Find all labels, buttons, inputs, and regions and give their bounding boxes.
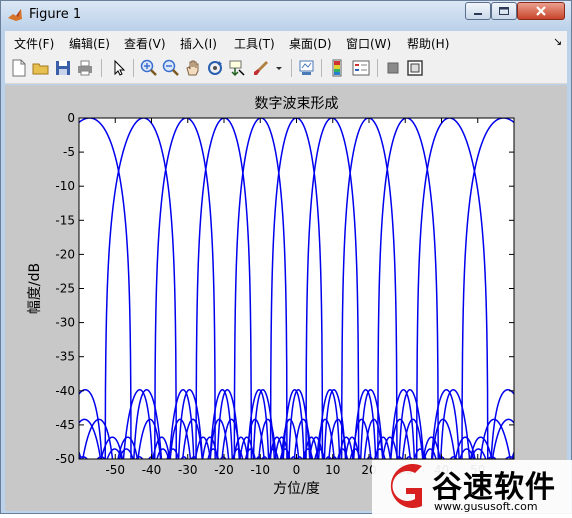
- toolbar-separator: [133, 59, 134, 77]
- x-tick-label: -10: [250, 463, 270, 477]
- legend-icon[interactable]: [351, 58, 371, 78]
- y-axis-label: 幅度/dB: [27, 263, 43, 314]
- zoom-out-icon[interactable]: [161, 58, 181, 78]
- print-icon[interactable]: [75, 58, 95, 78]
- minimize-button[interactable]: [465, 2, 491, 20]
- watermark: 谷速软件 www.gususoft.com: [372, 460, 572, 514]
- y-tick-label: -30: [55, 316, 75, 330]
- y-tick-label: -40: [55, 384, 75, 398]
- title-bar[interactable]: Figure 1: [1, 1, 571, 29]
- maximize-icon: [499, 7, 509, 15]
- watermark-url: www.gususoft.com: [434, 500, 538, 513]
- window-title: Figure 1: [29, 7, 82, 22]
- open-file-icon[interactable]: [31, 58, 51, 78]
- new-figure-icon[interactable]: [9, 58, 29, 78]
- dock-figure-icon[interactable]: ↘: [553, 35, 562, 48]
- menu-tools[interactable]: 工具(T): [234, 35, 275, 52]
- show-plot-tools-icon[interactable]: [405, 58, 425, 78]
- x-axis-label: 方位/度: [273, 481, 320, 497]
- menu-insert[interactable]: 插入(I): [180, 35, 217, 52]
- x-tick-label: -50: [105, 463, 125, 477]
- figure-toolbar: [5, 53, 567, 84]
- menu-view[interactable]: 查看(V): [124, 35, 166, 52]
- edit-plot-arrow-icon[interactable]: [109, 58, 129, 78]
- maximize-button[interactable]: [491, 2, 517, 20]
- y-tick-label: -45: [55, 418, 75, 432]
- y-tick-label: 0: [67, 111, 75, 125]
- toolbar-separator: [101, 59, 102, 77]
- x-tick-label: 10: [325, 463, 340, 477]
- zoom-in-icon[interactable]: [139, 58, 159, 78]
- beamforming-chart: -50-40-30-20-10010203040500-5-10-15-20-2…: [27, 96, 515, 497]
- y-tick-label: -5: [63, 145, 75, 159]
- toolbar-separator: [377, 59, 378, 77]
- menu-bar: 文件(F) 编辑(E) 查看(V) 插入(I) 工具(T) 桌面(D) 窗口(W…: [5, 31, 567, 53]
- rotate-3d-icon[interactable]: [205, 58, 225, 78]
- pan-hand-icon[interactable]: [183, 58, 203, 78]
- menu-window[interactable]: 窗口(W): [346, 35, 391, 52]
- y-tick-label: -35: [55, 350, 75, 364]
- menu-help[interactable]: 帮助(H): [407, 35, 449, 52]
- chart-title: 数字波束形成: [255, 96, 339, 112]
- gususoft-logo-icon: [390, 464, 422, 508]
- y-tick-label: -25: [55, 282, 75, 296]
- plot-area: [79, 118, 514, 459]
- y-tick-label: -50: [55, 452, 75, 466]
- matlab-logo-icon: [8, 9, 22, 21]
- colorbar-icon[interactable]: [327, 58, 347, 78]
- figure-window: Figure 1 文件(F) 编辑(E) 查看(V) 插入(I) 工具(T) 桌…: [0, 0, 572, 514]
- toolbar-separator: [291, 59, 292, 77]
- menu-edit[interactable]: 编辑(E): [69, 35, 110, 52]
- brush-dropdown-icon[interactable]: [273, 58, 285, 78]
- data-cursor-icon[interactable]: [227, 58, 247, 78]
- y-tick-label: -10: [55, 179, 75, 193]
- link-plot-icon[interactable]: [297, 58, 317, 78]
- x-tick-label: 0: [293, 463, 301, 477]
- hide-plot-tools-icon[interactable]: [383, 58, 403, 78]
- save-icon[interactable]: [53, 58, 73, 78]
- brush-icon[interactable]: [251, 58, 271, 78]
- x-tick-label: -40: [142, 463, 162, 477]
- close-button[interactable]: [517, 2, 565, 20]
- close-icon: [536, 6, 546, 16]
- x-tick-label: -30: [178, 463, 198, 477]
- y-tick-label: -15: [55, 213, 75, 227]
- menu-desktop[interactable]: 桌面(D): [289, 35, 332, 52]
- x-tick-label: -20: [214, 463, 234, 477]
- menu-file[interactable]: 文件(F): [14, 35, 54, 52]
- toolbar-separator: [321, 59, 322, 77]
- figure-canvas: -50-40-30-20-10010203040500-5-10-15-20-2…: [5, 85, 567, 511]
- y-tick-label: -20: [55, 247, 75, 261]
- minimize-icon: [474, 13, 482, 15]
